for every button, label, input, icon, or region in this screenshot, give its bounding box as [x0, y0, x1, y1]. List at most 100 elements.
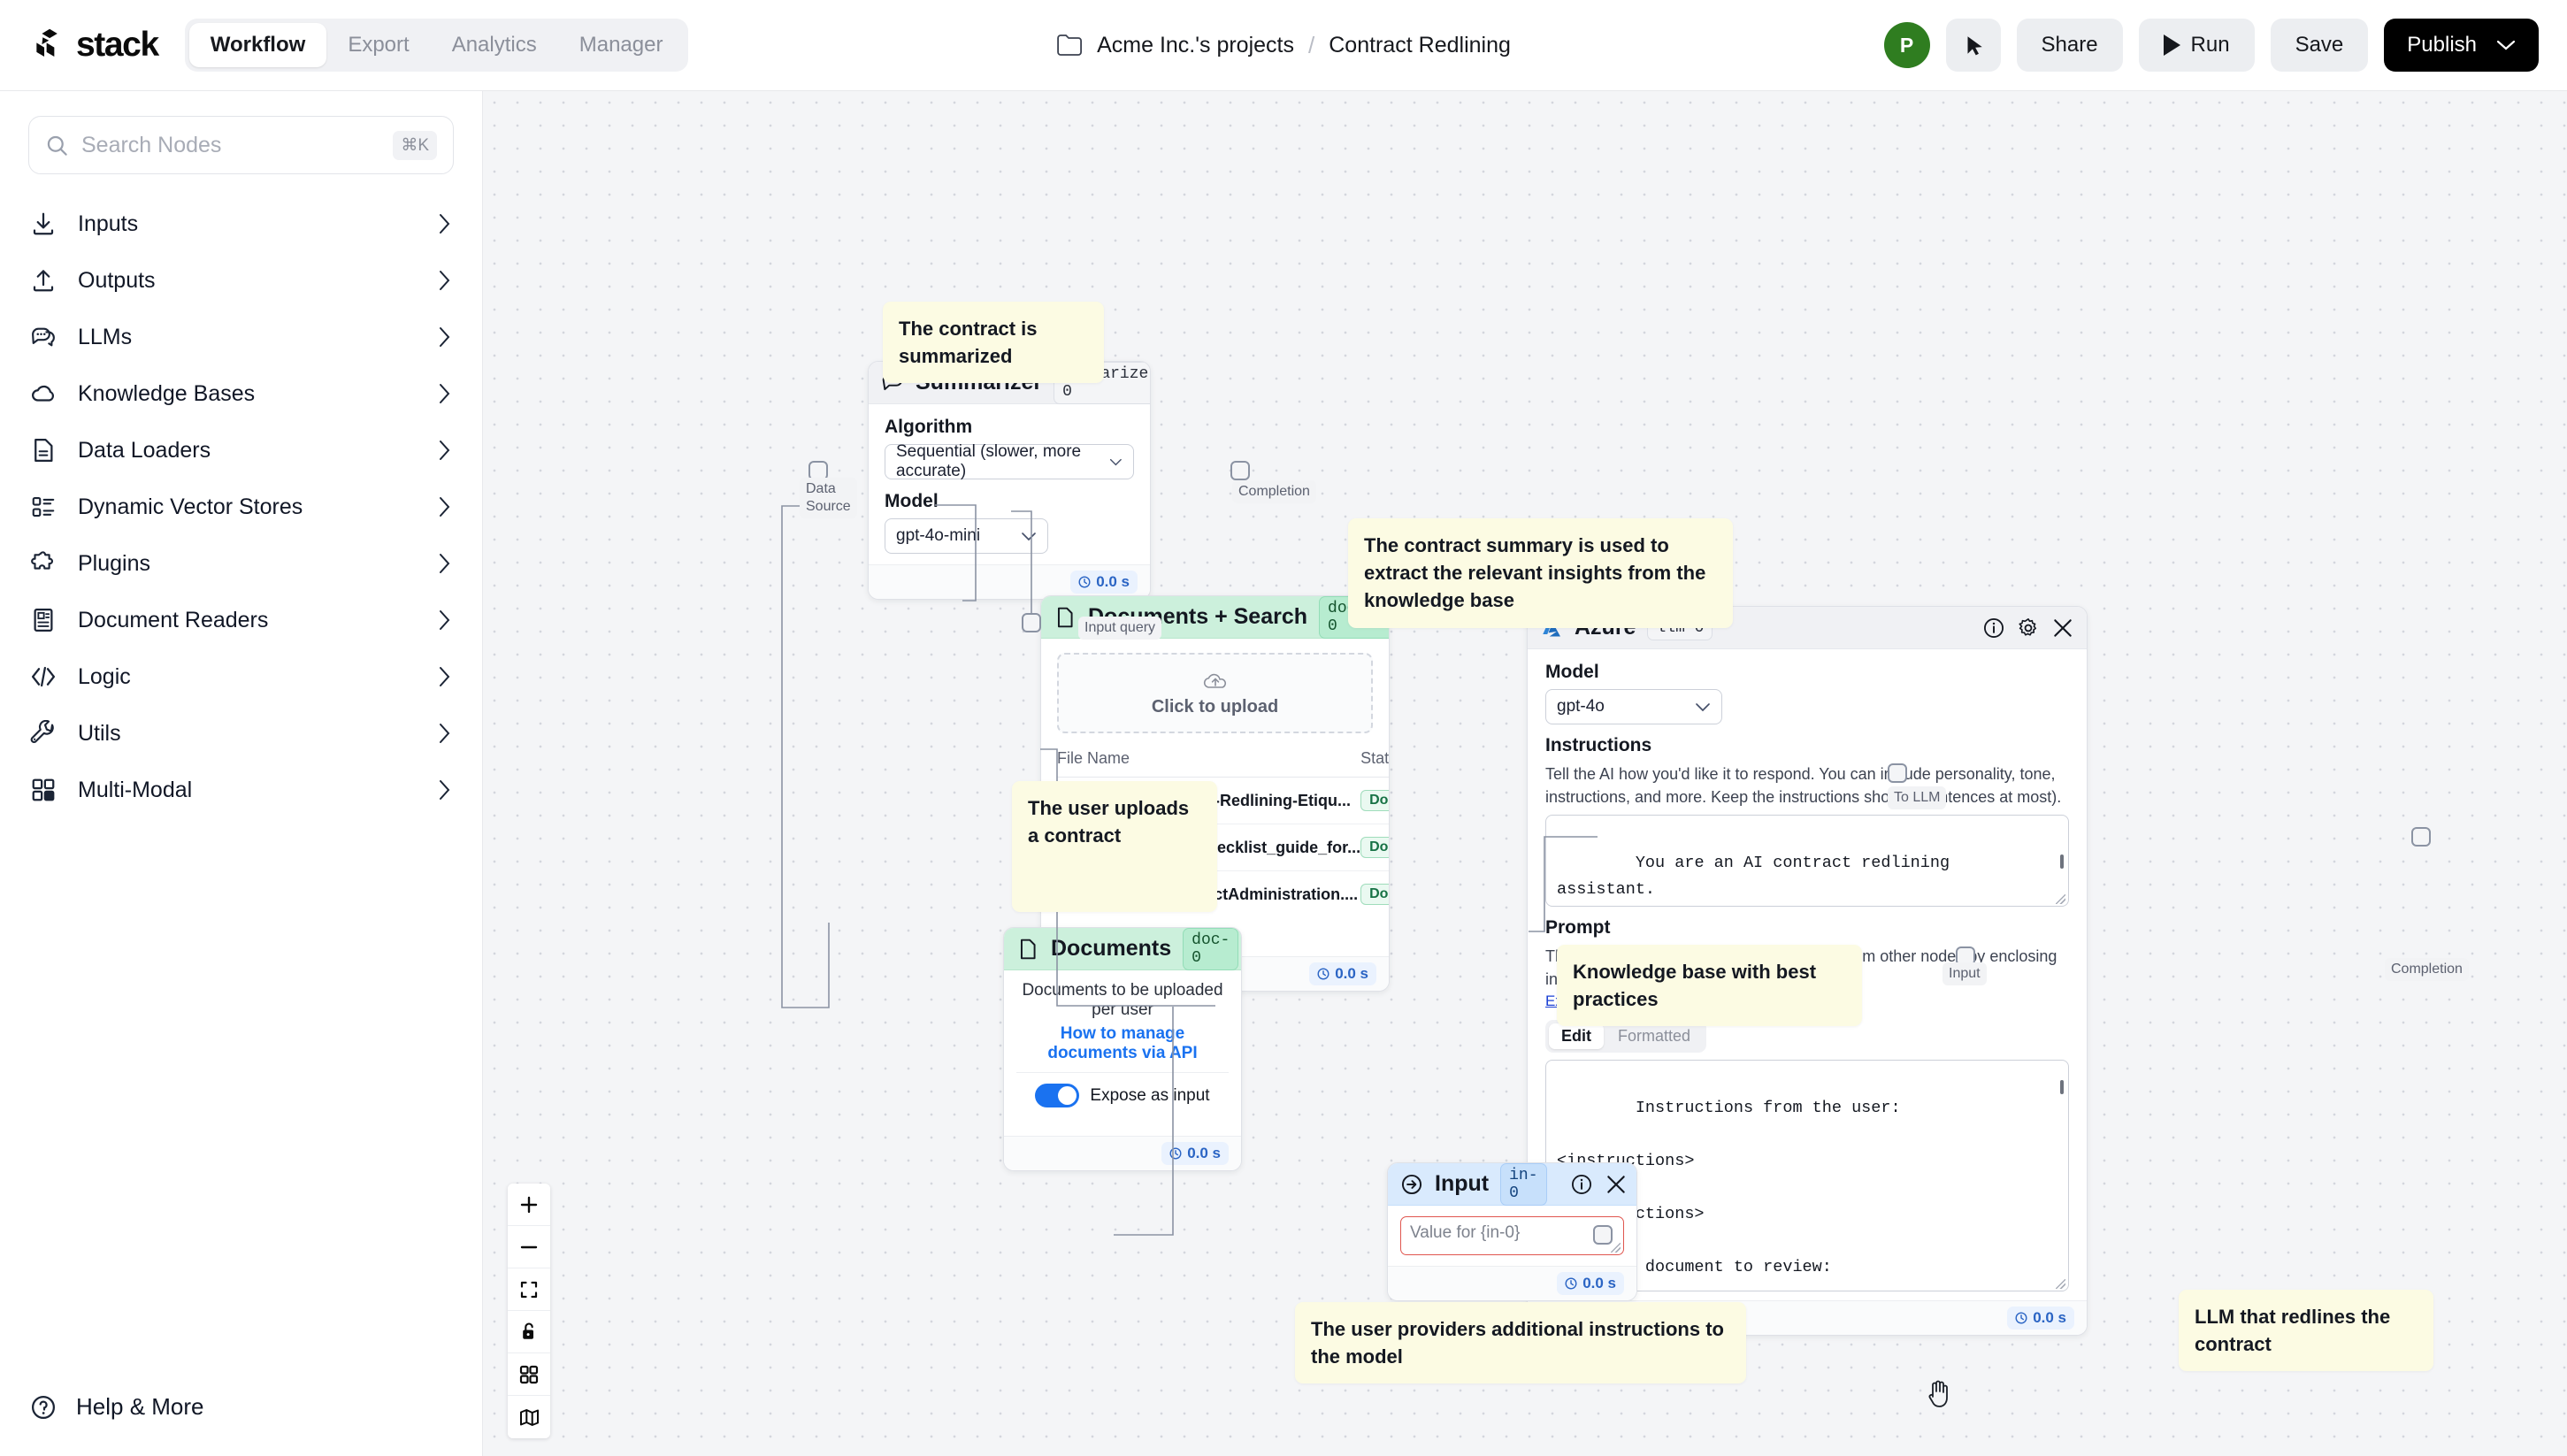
help-and-more-button[interactable]: Help & More — [30, 1393, 204, 1421]
model-select[interactable]: gpt-4o — [1545, 689, 1722, 724]
close-icon[interactable] — [2051, 617, 2074, 640]
status-badge: Done — [1360, 790, 1389, 811]
resize-handle[interactable] — [1611, 1243, 1621, 1253]
avatar[interactable]: P — [1883, 22, 1930, 68]
node-input-chip: in-0 — [1500, 1163, 1547, 1206]
grid-toggle-button[interactable] — [508, 1353, 550, 1396]
node-documents-header[interactable]: Documents doc-0 — [1004, 928, 1241, 970]
play-icon — [2163, 34, 2180, 56]
sidebar-item-multi-modal[interactable]: Multi-Modal — [0, 762, 482, 818]
sidebar-item-knowledge-bases[interactable]: Knowledge Bases — [0, 365, 482, 422]
resize-handle[interactable] — [2056, 894, 2065, 905]
sidebar-item-document-readers[interactable]: Document Readers — [0, 592, 482, 648]
sidebar-item-label: Dynamic Vector Stores — [78, 494, 303, 519]
document-icon — [1057, 607, 1073, 627]
app-header: stack Workflow Export Analytics Manager … — [0, 0, 2567, 91]
port-to-llm[interactable] — [1888, 763, 1907, 783]
sticky-note-instructions[interactable]: The user providers additional instructio… — [1295, 1302, 1746, 1384]
input-value-field[interactable]: Value for {in-0} — [1400, 1216, 1624, 1255]
search-input[interactable] — [81, 132, 381, 158]
node-input-footer: 0.0 s — [1388, 1266, 1636, 1300]
lock-canvas-button[interactable] — [508, 1311, 550, 1353]
search-shortcut-badge: ⌘K — [393, 130, 437, 160]
port-input-query[interactable] — [1022, 613, 1041, 632]
zoom-in-button[interactable] — [508, 1184, 550, 1226]
runtime-value: 0.0 s — [1582, 1275, 1616, 1291]
resize-handle[interactable] — [2056, 1279, 2065, 1290]
chevron-right-icon — [440, 271, 450, 290]
clock-icon — [1565, 1277, 1577, 1290]
brand: stack — [32, 26, 159, 65]
sticky-note-summary[interactable]: The contract is summarized — [883, 302, 1104, 384]
info-icon[interactable] — [1570, 1173, 1593, 1196]
algorithm-select[interactable]: Sequential (slower, more accurate) — [885, 442, 1134, 480]
fit-view-icon — [520, 1281, 538, 1298]
instructions-textarea[interactable]: You are an AI contract redlining assista… — [1545, 815, 2069, 908]
run-button[interactable]: Run — [2138, 19, 2255, 72]
cursor-icon — [1967, 36, 1982, 56]
model-select[interactable]: gpt-4o-mini — [885, 518, 1048, 554]
tab-workflow[interactable]: Workflow — [188, 23, 327, 67]
share-button[interactable]: Share — [2016, 19, 2123, 72]
sidebar-item-inputs[interactable]: Inputs — [0, 195, 482, 252]
instructions-value: You are an AI contract redlining assista… — [1557, 854, 1950, 900]
info-icon[interactable] — [1982, 617, 2005, 640]
sidebar-item-label: Plugins — [78, 550, 150, 576]
hand-cursor-icon — [1928, 1380, 1948, 1407]
manage-documents-link[interactable]: How to manage documents via API — [1016, 1024, 1229, 1063]
model-label: Model — [1545, 662, 1599, 682]
sidebar-item-logic[interactable]: Logic — [0, 648, 482, 705]
sticky-note-llm[interactable]: LLM that redlines the contract — [2179, 1290, 2433, 1372]
instructions-description: Tell the AI how you'd like it to respond… — [1545, 765, 2062, 807]
sidebar-item-data-loaders[interactable]: Data Loaders — [0, 422, 482, 479]
node-input-header[interactable]: Input in-0 — [1388, 1163, 1636, 1206]
port-input-in0[interactable] — [1593, 1225, 1613, 1245]
document-icon — [34, 439, 53, 462]
upload-dropzone[interactable]: Click to upload — [1057, 653, 1373, 733]
sidebar-item-outputs[interactable]: Outputs — [0, 252, 482, 309]
sidebar-item-llms[interactable]: LLMs — [0, 309, 482, 365]
tab-edit[interactable]: Edit — [1549, 1023, 1604, 1050]
clock-icon — [1169, 1147, 1182, 1160]
sidebar-item-label: Utils — [78, 720, 121, 746]
node-summarizer[interactable]: Summarizer summarizer-0 Algorithm Sequen… — [868, 361, 1151, 600]
close-icon[interactable] — [1605, 1173, 1628, 1196]
zoom-out-button[interactable] — [508, 1226, 550, 1268]
sidebar-item-plugins[interactable]: Plugins — [0, 535, 482, 592]
search-nodes-wrapper[interactable]: ⌘K — [28, 116, 454, 174]
pointer-tool-button[interactable] — [1945, 19, 2001, 72]
sidebar-item-label: Outputs — [78, 267, 156, 293]
port-completion-azure[interactable] — [2411, 827, 2431, 847]
prompt-label: Prompt — [1545, 917, 1611, 939]
tab-manager[interactable]: Manager — [558, 23, 685, 67]
sticky-note-upload[interactable]: The user uploads a contract — [1012, 781, 1217, 912]
port-completion-summarizer[interactable] — [1230, 461, 1250, 480]
save-button[interactable]: Save — [2270, 19, 2369, 72]
scroll-indicator — [2060, 854, 2064, 870]
cloud-upload-icon — [1203, 673, 1226, 688]
tab-analytics[interactable]: Analytics — [431, 23, 558, 67]
tab-formatted[interactable]: Formatted — [1605, 1023, 1703, 1049]
gear-icon[interactable] — [2017, 617, 2040, 640]
sticky-note-knowledge-base[interactable]: Knowledge base with best practices — [1557, 945, 1862, 1027]
minimap-button[interactable] — [508, 1396, 550, 1438]
sticky-note-knowledge-extract[interactable]: The contract summary is used to extract … — [1348, 518, 1733, 628]
help-circle-icon — [32, 1395, 55, 1419]
sidebar-item-utils[interactable]: Utils — [0, 705, 482, 762]
chevron-right-icon — [440, 554, 450, 573]
chevron-right-icon — [440, 667, 450, 686]
node-documents-footer: 0.0 s — [1004, 1136, 1241, 1170]
expose-as-input-toggle[interactable] — [1035, 1084, 1080, 1107]
fit-view-button[interactable] — [508, 1268, 550, 1311]
status-badge: Done — [1360, 884, 1389, 905]
node-documents[interactable]: Documents doc-0 Documents to be uploaded… — [1003, 927, 1242, 1171]
sidebar-item-dynamic-vector-stores[interactable]: Dynamic Vector Stores — [0, 479, 482, 535]
port-label-data-source: Data Source — [800, 478, 857, 518]
runtime-value: 0.0 s — [1335, 965, 1368, 982]
workflow-canvas[interactable]: The contract is summarized The contract … — [483, 91, 2567, 1456]
publish-button[interactable]: Publish — [2384, 19, 2539, 72]
code-icon — [32, 666, 55, 687]
breadcrumb-project[interactable]: Acme Inc.'s projects — [1097, 33, 1294, 58]
breadcrumb-current[interactable]: Contract Redlining — [1329, 33, 1511, 58]
tab-export[interactable]: Export — [326, 23, 430, 67]
